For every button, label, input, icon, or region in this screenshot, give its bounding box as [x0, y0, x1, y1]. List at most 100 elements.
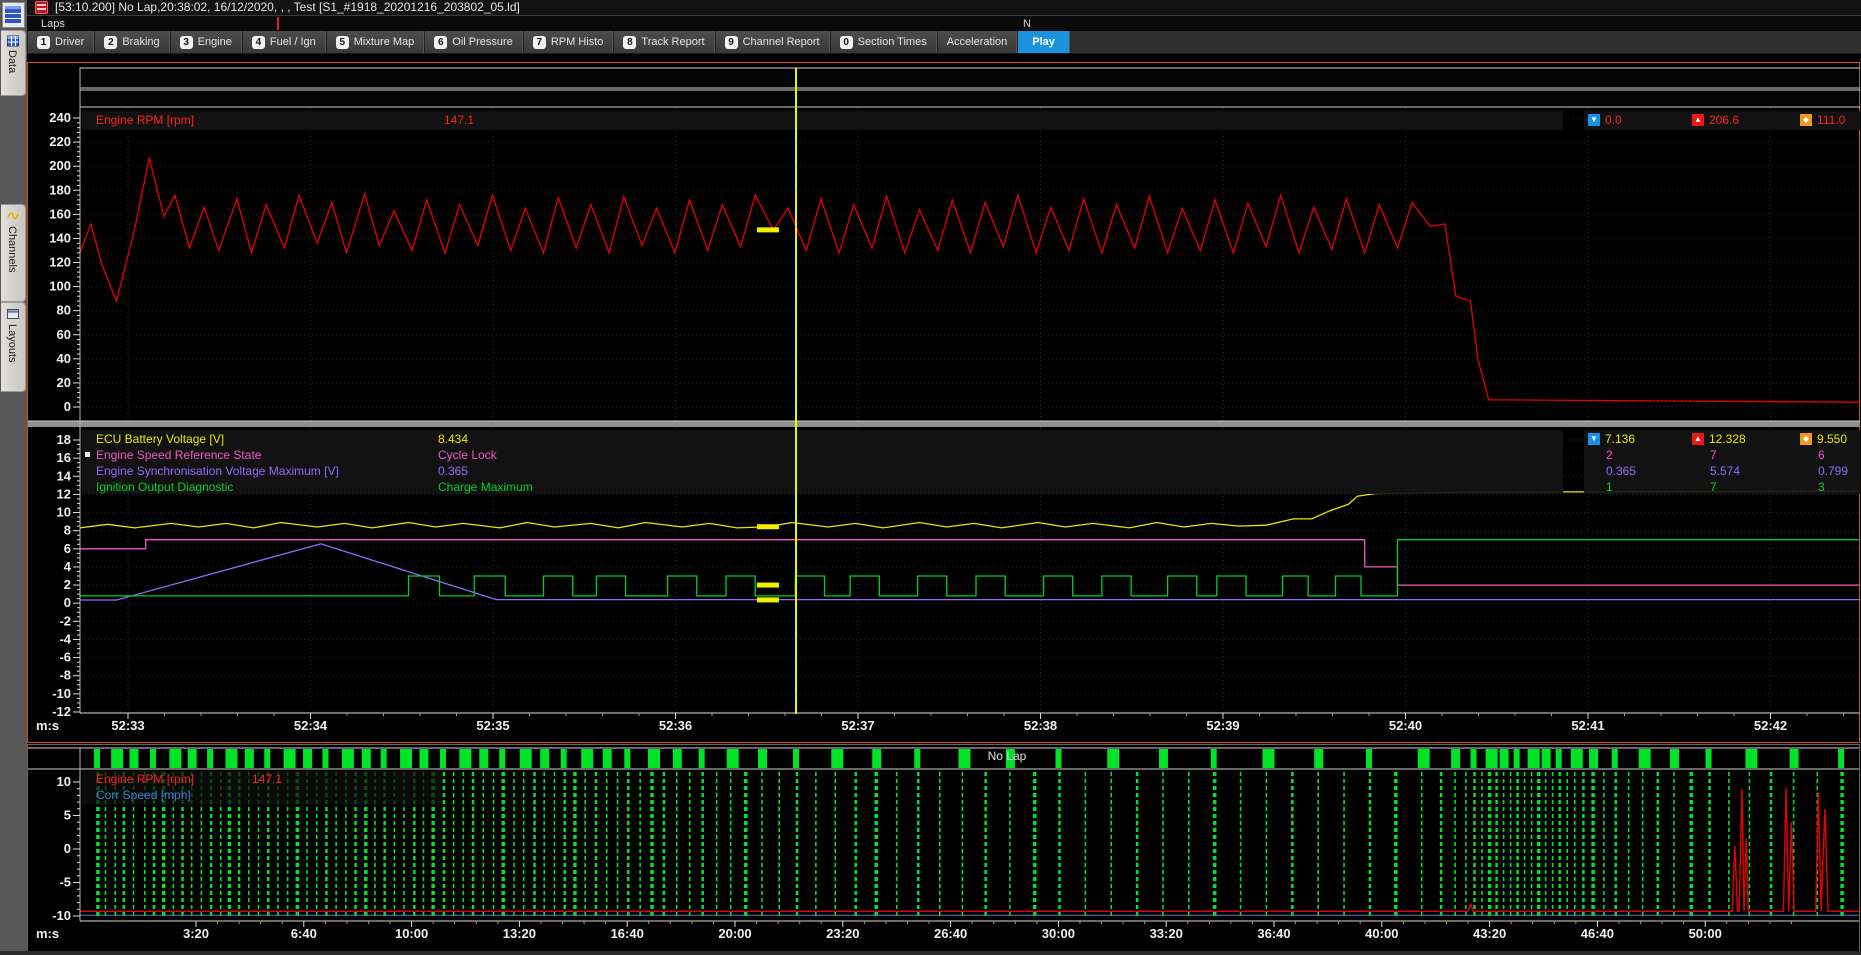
stat-avg-value: 0.799	[1818, 463, 1848, 479]
lap-band-bar	[129, 749, 138, 768]
stat-avg: ◆111.0	[1800, 112, 1845, 128]
x-tick-label: 52:37	[841, 718, 874, 733]
min-icon: ▼	[1588, 433, 1600, 445]
lap-band-bar	[1706, 749, 1712, 768]
toolbar-button-label: Section Times	[858, 36, 927, 48]
y-tick-label: -12	[52, 704, 71, 719]
x-tick-label: 52:33	[111, 718, 144, 733]
x-axis-unit: m:s	[36, 718, 59, 733]
stat-min-value: 0.365	[1606, 463, 1636, 479]
y-tick-label: 10	[57, 505, 71, 520]
channel-name[interactable]: Engine RPM [rpm]	[96, 771, 194, 787]
lap-band-bar	[624, 749, 630, 768]
toolbar-button-braking[interactable]: 2Braking	[94, 31, 169, 53]
lap-band-bar	[1451, 749, 1460, 768]
chart-splitter[interactable]	[28, 421, 1860, 427]
sidebar-tab-channels[interactable]: Channels	[1, 204, 26, 302]
y-tick-label: -2	[59, 613, 71, 628]
trace	[80, 544, 1860, 600]
lap-band-bar	[603, 749, 612, 768]
lap-band-bar	[1670, 749, 1679, 768]
y-tick-label: 60	[57, 327, 71, 342]
y-tick-label: 14	[57, 468, 72, 483]
y-tick-label: 0	[64, 595, 71, 610]
channel-cursor-value: 0.365	[438, 463, 468, 479]
x-tick-label: 40:00	[1365, 926, 1398, 941]
y-tick-label: -8	[59, 668, 71, 683]
lap-band-bar	[400, 749, 412, 768]
channel-cursor-value: Cycle Lock	[438, 447, 497, 463]
y-tick-label: -5	[59, 875, 71, 890]
marker-band-0[interactable]	[80, 68, 1860, 88]
stat-avg-value: 3	[1818, 479, 1825, 495]
lap-band-bar	[169, 749, 181, 768]
hotkey-badge: 3	[180, 36, 193, 49]
y-tick-label: 0	[64, 841, 71, 856]
toolbar-button-label: Engine	[198, 36, 232, 48]
lap-band-bar	[440, 749, 446, 768]
y-tick-label: 12	[57, 486, 71, 501]
y-tick-label: 8	[64, 523, 71, 538]
x-tick-label: 6:40	[291, 926, 317, 941]
lap-band-bar	[758, 749, 767, 768]
lap-band-bar	[793, 749, 799, 768]
stat-min-value: 1	[1606, 479, 1613, 495]
lap-band-bar	[673, 749, 682, 768]
stat-avg-value: 6	[1818, 447, 1825, 463]
lap-band-bar	[479, 749, 488, 768]
y-tick-label: 220	[49, 134, 71, 149]
toolbar-button-acceleration[interactable]: Acceleration	[937, 31, 1018, 53]
toolbar-button-section-times[interactable]: 0Section Times	[830, 31, 937, 53]
lap-band-bar	[207, 749, 213, 768]
channel-name[interactable]: Corr Speed [mph]	[96, 787, 191, 803]
sidebar-tab-data[interactable]: Data	[1, 30, 26, 96]
x-tick-label: 46:40	[1581, 926, 1614, 941]
toolbar-button-mixture-map[interactable]: 5Mixture Map	[326, 31, 425, 53]
window-title: [53:10.200] No Lap,20:38:02, 16/12/2020,…	[55, 0, 520, 15]
track-marker-n: N	[1023, 17, 1031, 31]
toolbar-button-label: Driver	[55, 36, 84, 48]
lap-band-bar	[342, 749, 354, 768]
y-tick-label: 0	[64, 399, 71, 414]
x-tick-label: 23:20	[826, 926, 859, 941]
y-tick-label: 16	[57, 450, 71, 465]
marker-band-1[interactable]	[80, 90, 1860, 107]
channel-name[interactable]: Engine Speed Reference State	[96, 447, 261, 463]
toolbar-button-engine[interactable]: 3 Engine	[170, 31, 242, 53]
toolbar-button-oil-pressure[interactable]: 6Oil Pressure	[424, 31, 523, 53]
time-cursor[interactable]	[795, 68, 797, 714]
channel-name[interactable]: Engine Synchronisation Voltage Maximum […	[96, 463, 339, 479]
channel-name[interactable]: Ignition Output Diagnostic	[96, 479, 233, 495]
lap-band-bar	[322, 749, 328, 768]
toolbar-button-play[interactable]: Play	[1017, 31, 1070, 53]
stat-max: 5.574	[1710, 463, 1740, 479]
toolbar-button-rpm-histo[interactable]: 7RPM Histo	[523, 31, 614, 53]
sidebar-tab-layouts[interactable]: Layouts	[1, 302, 26, 392]
max-icon: ▲	[1692, 114, 1704, 126]
toolbar-button-track-report[interactable]: 8Track Report	[613, 31, 714, 53]
toolbar-button-channel-report[interactable]: 9Channel Report	[715, 31, 830, 53]
hotkey-badge: 8	[623, 36, 636, 49]
y-tick-label: 20	[57, 375, 71, 390]
trace	[80, 158, 1860, 403]
channel-name[interactable]: Engine RPM [rpm]	[96, 112, 194, 128]
trace	[80, 540, 1860, 596]
lap-band-bar	[1486, 749, 1498, 768]
y-tick-label: -6	[59, 650, 71, 665]
x-tick-label: 26:40	[934, 926, 967, 941]
lap-band-bar	[459, 749, 471, 768]
channel-strip-rpm: Engine RPM [rpm]147.1	[82, 111, 1563, 130]
toolbar-button-driver[interactable]: 1Driver	[27, 31, 94, 53]
laps-tab-label[interactable]: Laps	[41, 17, 65, 31]
toolbar-button-label: Braking	[122, 36, 159, 48]
lap-band-bar	[284, 749, 296, 768]
channel-name[interactable]: ECU Battery Voltage [V]	[96, 431, 224, 447]
channel-cursor-value: 8.434	[438, 431, 468, 447]
y-tick-label: 140	[49, 230, 71, 245]
lap-band-bar	[94, 749, 100, 768]
lap-band-bar	[188, 749, 197, 768]
time-graph-plot[interactable]: 020406080100120140160180200220240-12-10-…	[28, 62, 1860, 742]
lap-band-bar	[1838, 749, 1844, 768]
title-bar: [53:10.200] No Lap,20:38:02, 16/12/2020,…	[27, 0, 1861, 15]
toolbar-button-fuel-ign[interactable]: 4Fuel / Ign	[242, 31, 326, 53]
